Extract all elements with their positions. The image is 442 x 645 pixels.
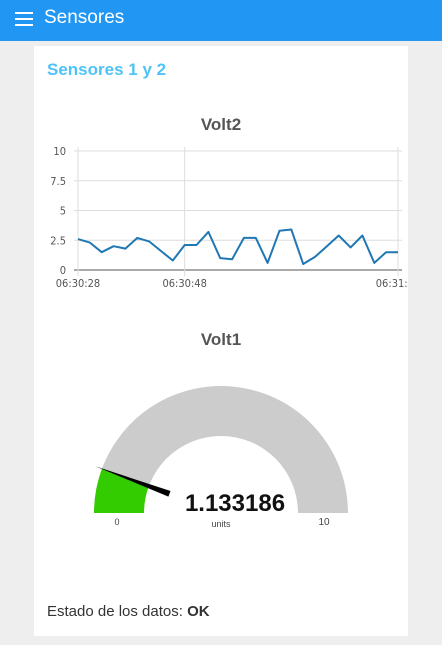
x-tick-label: 06:30:48 <box>162 277 206 290</box>
menu-icon-bar <box>15 18 33 20</box>
volt2-line-chart: 10 7.5 5 2.5 006:30:28 06:30:48 06:31:23 <box>50 145 408 290</box>
volt1-gauge: 1.133186 units 0 10 <box>94 386 348 529</box>
gauge-max-label: 10 <box>318 517 330 528</box>
series-line <box>77 228 398 265</box>
y-tick-label: 0 <box>60 264 66 277</box>
x-tick-label: 06:30:28 <box>56 277 100 290</box>
data-status: Estado de los datos: OK <box>47 603 210 620</box>
y-tick-label: 2.5 <box>50 234 66 247</box>
line-chart-title: Volt2 <box>200 115 242 134</box>
y-tick-label: 10 <box>53 145 66 158</box>
app-title: Sensores <box>44 7 125 28</box>
status-label: Estado de los datos: <box>47 603 183 620</box>
menu-icon[interactable] <box>14 12 34 26</box>
sensor-group-card: Sensores 1 y 2 Volt2 10 7.5 5 2.5 0 06:30:28 0… <box>34 46 408 636</box>
gauge-min-label: 0 <box>114 517 119 527</box>
x-tick-label: 06:31:23 <box>376 277 408 290</box>
group-title: Sensores 1 y 2 <box>47 60 167 79</box>
menu-icon-bar <box>15 12 33 14</box>
y-tick-label: 5 <box>60 205 66 218</box>
menu-icon-bar <box>15 24 33 26</box>
y-tick-label: 7.5 <box>50 175 66 188</box>
gauge-title: Volt1 <box>200 330 242 349</box>
gauge-value: 1.133186 <box>185 490 285 517</box>
top-app-bar: Sensores <box>0 0 442 41</box>
gauge-units: units <box>211 519 231 529</box>
status-value: OK <box>187 603 210 620</box>
